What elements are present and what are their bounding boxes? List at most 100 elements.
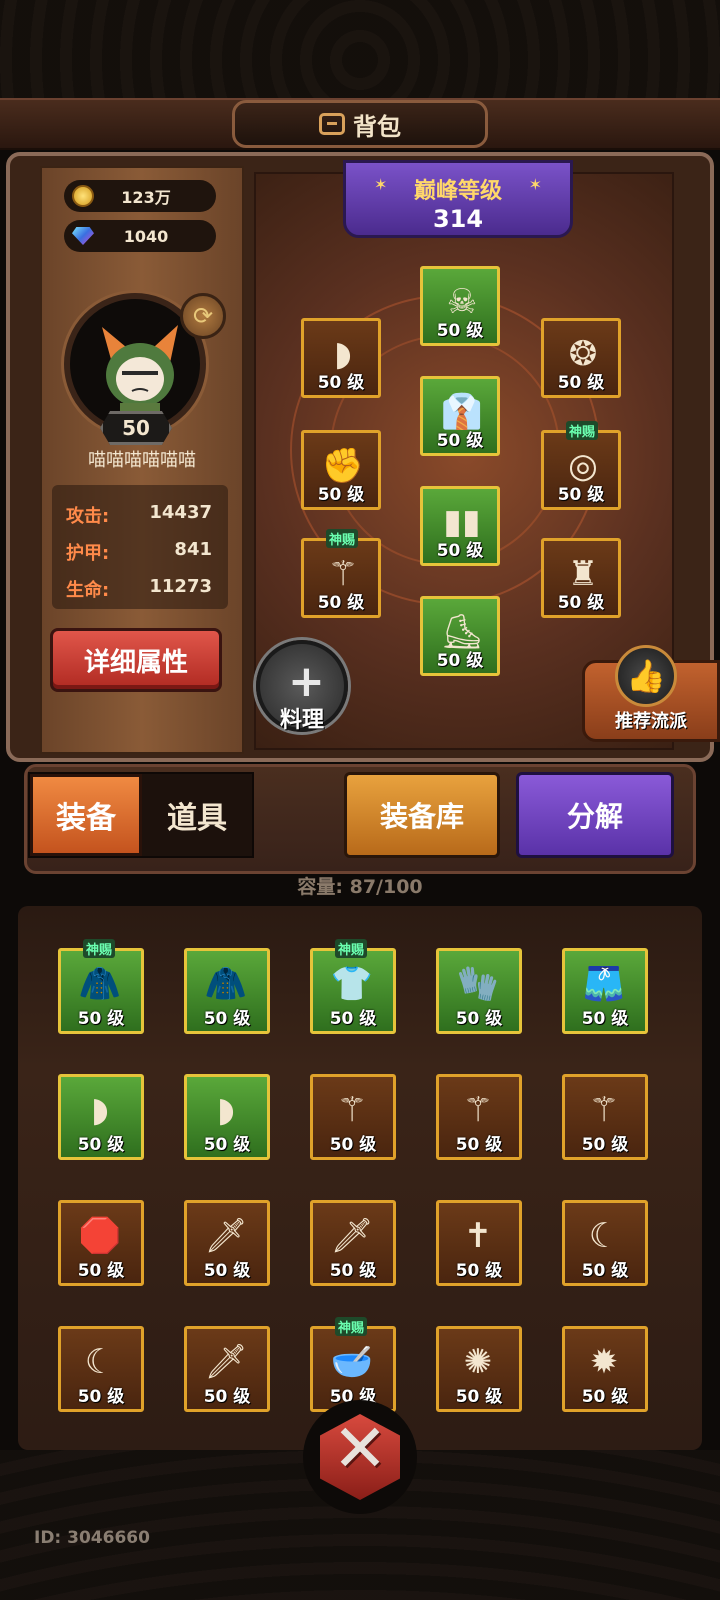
recommended-build-button[interactable]: 👍 推荐流派 (582, 645, 720, 742)
peak-level-banner: ✶ ✶ 巅峰等级 314 (343, 160, 573, 238)
equip-slot-charm[interactable]: ♜ 50 级 (541, 538, 621, 618)
capacity-readout: 容量: 87/100 (0, 872, 720, 899)
decompose-button[interactable]: 分解 (516, 772, 674, 858)
inventory-item[interactable]: 神赐 🥣 50 级 (310, 1317, 396, 1412)
inventory-item[interactable]: 🧤 50 级 (436, 948, 522, 1034)
item-level: 50 级 (317, 485, 365, 505)
stat-value: 11273 (149, 576, 212, 597)
inventory-item[interactable]: ✹ 50 级 (562, 1326, 648, 1412)
inventory-item[interactable]: 🗡 50 级 (184, 1326, 270, 1412)
equip-slot-armor[interactable]: 👔 50 级 (420, 376, 500, 456)
inventory-item[interactable]: ⚚ 50 级 (310, 1074, 396, 1160)
cooking-button[interactable]: + 料理 (256, 640, 348, 733)
item-level: 50 级 (436, 651, 484, 671)
item-icon: ⚚ (588, 1090, 620, 1130)
inventory-item[interactable]: 神赐 🧥 50 级 (58, 939, 144, 1034)
stat-label: 攻击: (66, 506, 110, 527)
player-level-badge: 50 (100, 411, 172, 445)
item-level: 50 级 (581, 1135, 629, 1155)
gold-value: 123万 (121, 188, 171, 207)
inventory-item[interactable]: ☾ 50 级 (562, 1200, 648, 1286)
capacity-label: 容量: (297, 876, 343, 898)
item-icon: 🧥 (78, 964, 122, 1004)
inventory-item[interactable]: ⚚ 50 级 (562, 1074, 648, 1160)
star-icon: ✶ (374, 175, 388, 194)
item-icon: ⚚ (462, 1090, 494, 1130)
item-level: 50 级 (77, 1387, 125, 1407)
close-button[interactable]: ✕ (303, 1400, 417, 1514)
inventory-item[interactable]: ◗ 50 级 (184, 1074, 270, 1160)
inventory-item[interactable]: 🗡 50 级 (310, 1200, 396, 1286)
item-level: 50 级 (455, 1261, 503, 1281)
item-level: 50 级 (455, 1009, 503, 1029)
user-id: ID: 3046660 (34, 1528, 150, 1548)
item-level: 50 级 (203, 1009, 251, 1029)
item-level: 50 级 (455, 1387, 503, 1407)
item-level: 50 级 (317, 373, 365, 393)
recommended-build-label: 推荐流派 (615, 711, 687, 732)
plus-icon: + (288, 656, 325, 707)
capacity-value: 87/100 (349, 876, 423, 898)
equip-slot-shoulder[interactable]: ◗ 50 级 (301, 318, 381, 398)
divine-tag: 神赐 (335, 1317, 368, 1336)
item-level: 50 级 (455, 1135, 503, 1155)
item-level: 50 级 (77, 1009, 125, 1029)
player-name: 喵喵喵喵喵喵 (88, 450, 196, 471)
inventory-item[interactable]: ✺ 50 级 (436, 1326, 522, 1412)
item-level: 50 级 (203, 1261, 251, 1281)
item-icon: 🗡 (204, 1342, 248, 1382)
tab-equipment[interactable]: 装备 (30, 774, 142, 856)
inventory-item[interactable]: ◗ 50 级 (58, 1074, 144, 1160)
page-title: 背包 (353, 112, 401, 141)
inventory-item[interactable]: 🗡 50 级 (184, 1200, 270, 1286)
item-icon: 🩳 (582, 964, 626, 1004)
top-background (0, 0, 720, 100)
item-level: 50 级 (581, 1009, 629, 1029)
item-icon: 🗡 (330, 1216, 374, 1256)
stat-value: 841 (174, 539, 212, 560)
inventory-item[interactable]: 🩳 50 级 (562, 948, 648, 1034)
item-level: 50 级 (77, 1135, 125, 1155)
item-level: 50 级 (436, 431, 484, 451)
item-level: 50 级 (317, 593, 365, 613)
inventory-item[interactable]: 🛑 50 级 (58, 1200, 144, 1286)
item-level: 50 级 (203, 1135, 251, 1155)
bag-icon (319, 113, 345, 135)
refresh-avatar-button[interactable]: ⟳ (180, 293, 226, 339)
item-icon: ☾ (84, 1342, 116, 1382)
equip-slot-pants[interactable]: ▮▮ 50 级 (420, 486, 500, 566)
cooking-label: 料理 (279, 708, 324, 733)
equip-slot-glove[interactable]: ✊ 50 级 (301, 430, 381, 510)
stat-label: 护甲: (66, 543, 110, 564)
close-icon: ✕ (332, 1410, 388, 1487)
divine-tag: 神赐 (326, 529, 359, 548)
item-icon: ✝ (463, 1216, 493, 1256)
item-level: 50 级 (557, 485, 605, 505)
item-icon: ✹ (589, 1342, 619, 1382)
item-icon: 🧥 (204, 964, 248, 1004)
equip-slot-boots[interactable]: ⛸ 50 级 (420, 596, 500, 676)
tab-items[interactable]: 道具 (142, 774, 252, 856)
inventory-item[interactable]: ☾ 50 级 (58, 1326, 144, 1412)
item-icon: 👕 (330, 964, 374, 1004)
item-icon: 🛑 (78, 1216, 122, 1256)
gold-display: 123万 (64, 180, 216, 212)
equip-slot-ring[interactable]: 神赐 ◎ 50 级 (541, 421, 621, 510)
equipment-library-button[interactable]: 装备库 (344, 772, 500, 858)
item-icon: 🗡 (204, 1216, 248, 1256)
inventory-item[interactable]: 神赐 👕 50 级 (310, 939, 396, 1034)
inventory-item[interactable]: 🧥 50 级 (184, 948, 270, 1034)
inventory-item[interactable]: ✝ 50 级 (436, 1200, 522, 1286)
gem-display: 1040 (64, 220, 216, 252)
equip-slot-helmet[interactable]: ☠ 50 级 (420, 266, 500, 346)
detail-attributes-button[interactable]: 详细属性 (50, 628, 222, 692)
equip-slot-necklace[interactable]: ❂ 50 级 (541, 318, 621, 398)
divine-tag: 神赐 (83, 939, 116, 958)
equip-slot-weapon[interactable]: 神赐 ⚚ 50 级 (301, 529, 381, 618)
item-level: 50 级 (329, 1009, 377, 1029)
item-level: 50 级 (581, 1387, 629, 1407)
item-icon: ☾ (588, 1216, 620, 1256)
coin-icon (72, 185, 94, 207)
stat-health: 生命: 11273 (66, 576, 212, 602)
inventory-item[interactable]: ⚚ 50 级 (436, 1074, 522, 1160)
